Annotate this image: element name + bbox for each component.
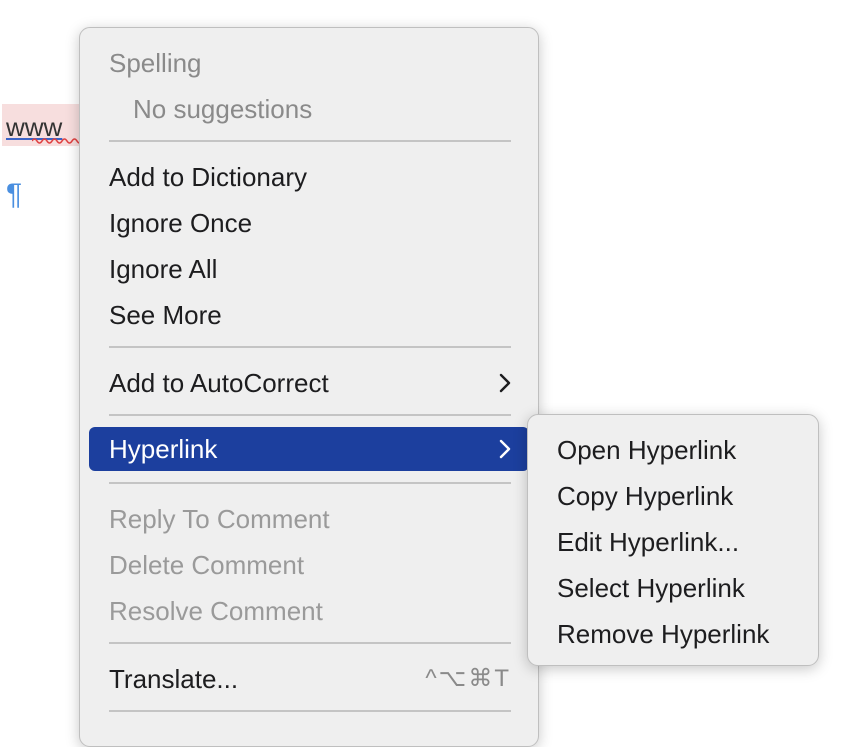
menu-separator	[109, 140, 511, 142]
translate-shortcut: ^⌥⌘T	[425, 665, 511, 692]
hyperlink-submenu: Open Hyperlink Copy Hyperlink Edit Hyper…	[527, 414, 819, 666]
copy-hyperlink-item[interactable]: Copy Hyperlink	[537, 474, 809, 518]
delete-comment-label: Delete Comment	[109, 550, 305, 580]
open-hyperlink-label: Open Hyperlink	[557, 435, 737, 465]
edit-hyperlink-label: Edit Hyperlink...	[557, 527, 740, 557]
edit-hyperlink-item[interactable]: Edit Hyperlink...	[537, 520, 809, 564]
add-to-autocorrect-item[interactable]: Add to AutoCorrect	[89, 361, 529, 405]
context-menu: Spelling No suggestions Add to Dictionar…	[79, 27, 539, 747]
remove-hyperlink-item[interactable]: Remove Hyperlink	[537, 612, 809, 656]
menu-separator	[109, 482, 511, 484]
delete-comment-item[interactable]: Delete Comment	[89, 543, 529, 587]
copy-hyperlink-label: Copy Hyperlink	[557, 481, 734, 511]
chevron-right-icon	[497, 427, 513, 471]
translate-label: Translate...	[109, 664, 239, 694]
menu-separator	[109, 414, 511, 416]
add-to-dictionary-item[interactable]: Add to Dictionary	[89, 155, 529, 199]
hyperlink-label: Hyperlink	[109, 434, 218, 464]
spelling-heading: Spelling	[109, 48, 202, 78]
reply-to-comment-item[interactable]: Reply To Comment	[89, 497, 529, 541]
open-hyperlink-item[interactable]: Open Hyperlink	[537, 428, 809, 472]
add-to-autocorrect-label: Add to AutoCorrect	[109, 368, 329, 398]
menu-separator	[109, 710, 511, 712]
spelling-squiggle	[32, 138, 80, 144]
menu-separator	[109, 346, 511, 348]
resolve-comment-label: Resolve Comment	[109, 596, 323, 626]
translate-item[interactable]: Translate... ^⌥⌘T	[89, 657, 529, 701]
hyperlink-item[interactable]: Hyperlink	[89, 427, 529, 471]
paragraph-mark: ¶	[6, 178, 23, 211]
ignore-once-item[interactable]: Ignore Once	[89, 201, 529, 245]
ignore-all-label: Ignore All	[109, 254, 218, 284]
remove-hyperlink-label: Remove Hyperlink	[557, 619, 770, 649]
misspelled-word[interactable]: www	[2, 104, 80, 146]
select-hyperlink-item[interactable]: Select Hyperlink	[537, 566, 809, 610]
see-more-item[interactable]: See More	[89, 293, 529, 337]
ignore-all-item[interactable]: Ignore All	[89, 247, 529, 291]
add-to-dictionary-label: Add to Dictionary	[109, 162, 307, 192]
ignore-once-label: Ignore Once	[109, 208, 253, 238]
select-hyperlink-label: Select Hyperlink	[557, 573, 745, 603]
see-more-label: See More	[109, 300, 222, 330]
no-suggestions-label: No suggestions	[133, 94, 313, 124]
reply-to-comment-label: Reply To Comment	[109, 504, 330, 534]
chevron-right-icon	[497, 361, 513, 405]
menu-separator	[109, 642, 511, 644]
resolve-comment-item[interactable]: Resolve Comment	[89, 589, 529, 633]
